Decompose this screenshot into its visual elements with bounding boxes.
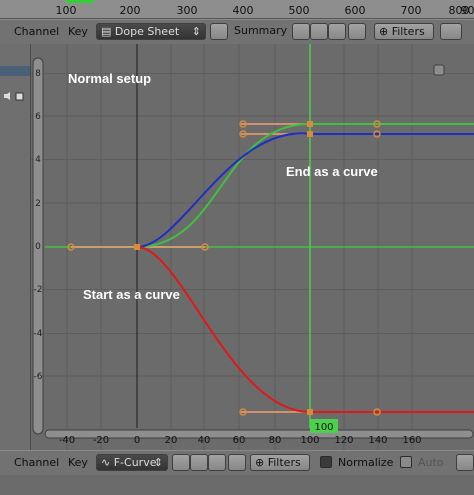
- search-icon[interactable]: [228, 454, 246, 471]
- filter-icon: ⊕: [379, 25, 389, 38]
- x-tick-label: 120: [334, 435, 353, 446]
- ruler-tick: 300: [176, 4, 198, 17]
- graph-editor-header: Channel Key ∿ F-Curve ⇕ ⊕ Filters Normal…: [0, 450, 474, 476]
- expand-icon[interactable]: [440, 23, 462, 40]
- filters-label: Filters: [267, 456, 301, 469]
- x-tick-label: 80: [269, 435, 282, 446]
- ruler-tick: 100: [55, 4, 77, 17]
- chevron-updown-icon: ⇕: [153, 456, 163, 469]
- filters-label: Filters: [391, 25, 425, 38]
- y-tick-label: -2: [34, 285, 43, 295]
- timeline-ruler[interactable]: 100 200 300 400 500 600 700 800 900: [0, 0, 474, 19]
- pivot-icon[interactable]: [456, 454, 474, 471]
- annotation-end-as-curve: End as a curve: [286, 164, 378, 179]
- channel-menu[interactable]: Channel: [14, 456, 59, 469]
- y-tick-label: -4: [34, 329, 43, 339]
- fcurve-graph[interactable]: 8 6 4 2 0 -2 -4 -6 Normal setup End as a…: [31, 44, 474, 450]
- channel-row-highlight[interactable]: [0, 66, 30, 76]
- x-tick-label: 0: [134, 435, 140, 446]
- normalize-checkbox[interactable]: [320, 456, 332, 468]
- x-tick-label: 60: [233, 435, 246, 446]
- fcurve-icon: ∿: [101, 456, 111, 469]
- cursor-select-icon[interactable]: [292, 23, 310, 40]
- y-tick-label: 8: [35, 69, 41, 79]
- channel-region[interactable]: [0, 44, 31, 450]
- auto-checkbox[interactable]: [400, 456, 412, 468]
- only-errors-icon[interactable]: [208, 454, 226, 471]
- bottom-strip: [0, 475, 474, 495]
- blue-fcurve[interactable]: [136, 132, 474, 248]
- ruler-tick: 200: [119, 4, 141, 17]
- cursor-select-icon[interactable]: [172, 454, 190, 471]
- summary-label: Summary: [234, 24, 288, 37]
- key-menu[interactable]: Key: [68, 25, 88, 38]
- timeline-frame-indicator[interactable]: [66, 0, 94, 3]
- editor-mode-value: Dope Sheet: [114, 25, 180, 38]
- ruler-tick: 900: [460, 4, 474, 17]
- normalize-label: Normalize: [338, 456, 394, 469]
- graph-editor-area[interactable]: 8 6 4 2 0 -2 -4 -6 Normal setup End as a…: [31, 44, 474, 450]
- x-tick-label: 160: [402, 435, 421, 446]
- current-frame-label: 100: [314, 422, 333, 433]
- x-tick-label: -20: [93, 435, 109, 446]
- only-errors-icon[interactable]: [328, 23, 346, 40]
- keyframe-point[interactable]: [307, 131, 313, 137]
- editor-mode-select[interactable]: ▤ Dope Sheet ⇕: [96, 23, 206, 40]
- green-fcurve[interactable]: [136, 123, 474, 248]
- y-tick-label: 6: [35, 112, 41, 122]
- y-tick-label: 0: [35, 242, 41, 252]
- channel-speaker-icon[interactable]: [2, 86, 26, 101]
- summary-toggle[interactable]: Summary: [230, 23, 288, 40]
- ghost-icon[interactable]: [190, 454, 208, 471]
- red-fcurve[interactable]: [136, 246, 474, 413]
- x-tick-label: 40: [198, 435, 211, 446]
- summary-icon[interactable]: [210, 23, 228, 40]
- key-menu[interactable]: Key: [68, 456, 88, 469]
- auto-label: Auto: [418, 456, 444, 469]
- x-tick-label: -40: [59, 435, 75, 446]
- keyframe-point[interactable]: [307, 409, 313, 415]
- x-tick-label: 100: [300, 435, 319, 446]
- search-icon[interactable]: [348, 23, 366, 40]
- channel-menu[interactable]: Channel: [14, 25, 59, 38]
- dopesheet-header: Channel Key ▤ Dope Sheet ⇕ Summary ⊕ Fil…: [0, 19, 474, 45]
- y-tick-label: 4: [35, 155, 41, 165]
- chevron-updown-icon: ⇕: [191, 25, 201, 38]
- annotation-normal-setup: Normal setup: [68, 71, 151, 86]
- x-tick-label: 140: [368, 435, 387, 446]
- filters-button[interactable]: ⊕ Filters: [250, 454, 310, 471]
- ruler-tick: 700: [400, 4, 422, 17]
- keyframe-point[interactable]: [307, 121, 313, 127]
- filter-icon: ⊕: [255, 456, 265, 469]
- keyframe-point[interactable]: [134, 244, 140, 250]
- filters-button[interactable]: ⊕ Filters: [374, 23, 434, 40]
- ruler-tick: 600: [344, 4, 366, 17]
- ghost-icon[interactable]: [310, 23, 328, 40]
- y-tick-label: -6: [34, 372, 43, 382]
- ruler-tick: 400: [232, 4, 254, 17]
- dopesheet-icon: ▤: [101, 25, 112, 38]
- x-tick-label: 20: [165, 435, 178, 446]
- editor-mode-select[interactable]: ∿ F-Curve ⇕: [96, 454, 168, 471]
- annotation-start-as-curve: Start as a curve: [83, 287, 180, 302]
- y-tick-label: 2: [35, 199, 41, 209]
- editor-mode-value: F-Curve: [113, 456, 157, 469]
- grid-horizontal: [31, 73, 474, 377]
- graph-plus-button[interactable]: [433, 64, 445, 76]
- ruler-tick: 500: [288, 4, 310, 17]
